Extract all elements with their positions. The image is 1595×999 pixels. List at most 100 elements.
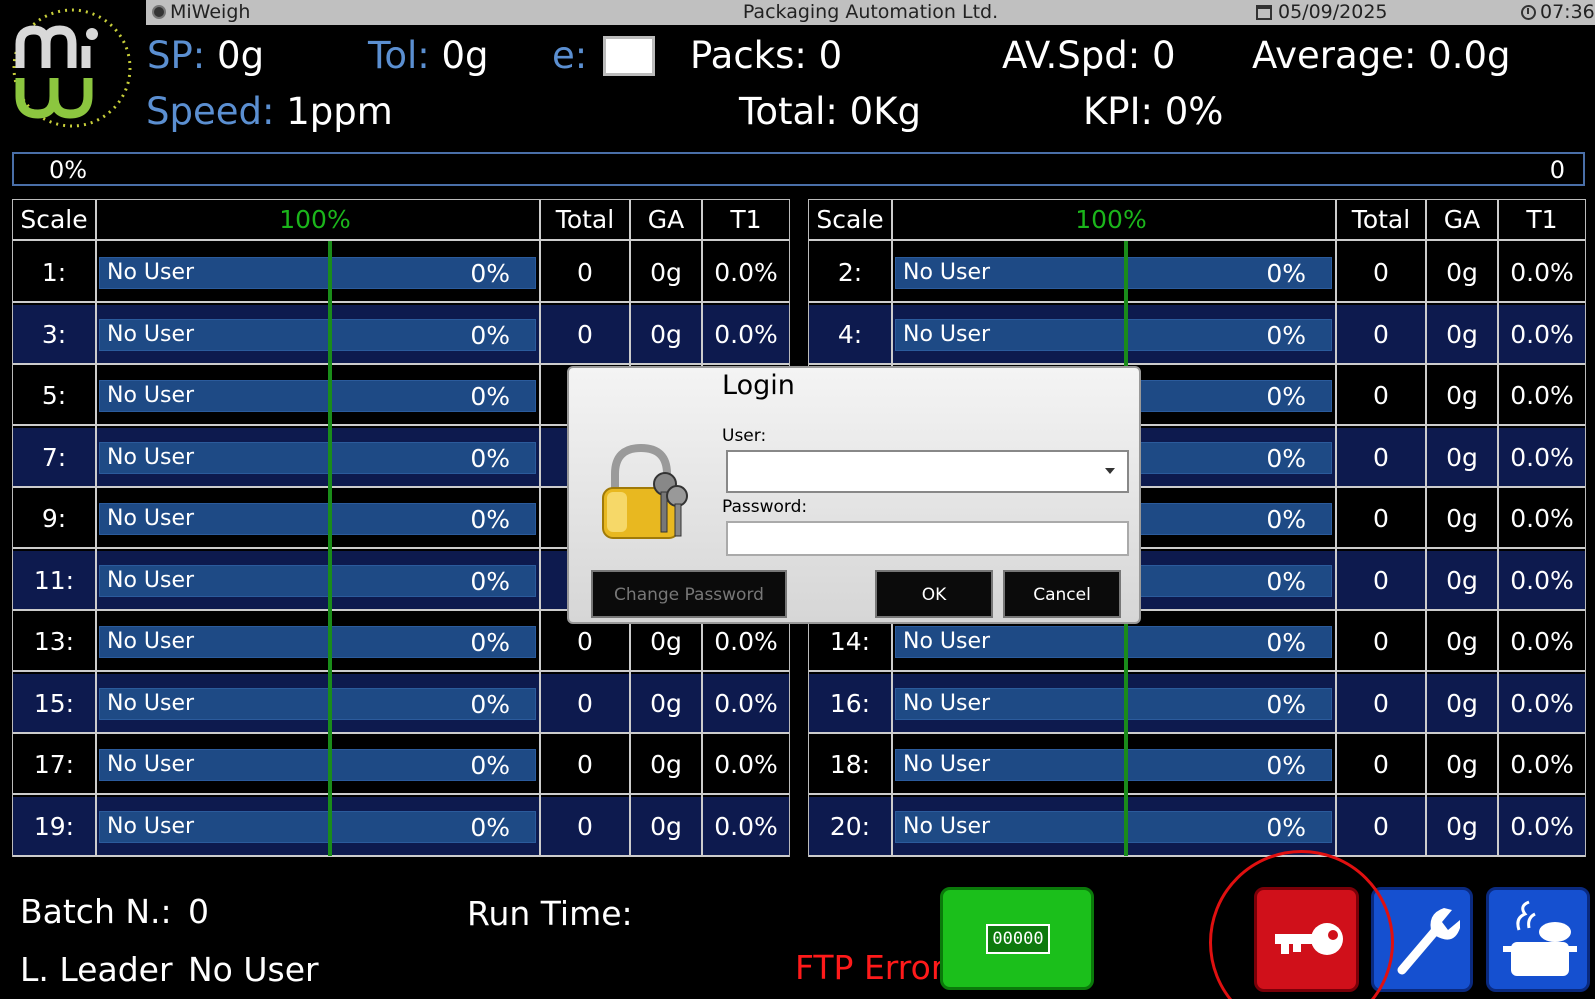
scale-ga: 0g [1446, 381, 1478, 410]
scale-user: No User [903, 629, 991, 654]
progress-count: 0 [1549, 156, 1565, 184]
scale-user: No User [107, 444, 195, 470]
scale-number: 18: [829, 750, 871, 779]
scale-number: 13: [33, 627, 75, 656]
scale-fill-bar: No User 0% [895, 257, 1332, 289]
calendar-icon [1256, 4, 1272, 20]
scale-user: No User [107, 321, 195, 347]
ok-button[interactable]: OK [875, 570, 993, 618]
user-select[interactable] [726, 450, 1129, 493]
scale-percent: 0% [470, 566, 510, 596]
table-row: 15: No User 0% 0 0g 0.0% [13, 673, 789, 734]
scale-t1: 0.0% [1510, 319, 1574, 349]
date-display: 05/09/2025 [1256, 1, 1388, 23]
scale-ga: 0g [1446, 565, 1478, 595]
divider [95, 200, 97, 856]
target-line [328, 241, 332, 856]
table-row: 19: No User 0% 0 0g 0.0% [13, 796, 789, 857]
scale-number: 11: [33, 565, 75, 595]
kpi-value: 0% [1164, 90, 1224, 133]
e-stat: e: [552, 34, 587, 78]
scale-percent: 0% [1266, 628, 1306, 657]
scale-percent: 0% [470, 443, 510, 473]
scale-fill-bar: No User 0% [895, 318, 1332, 351]
scale-ga: 0g [650, 688, 682, 718]
avspd-value: 0 [1151, 34, 1176, 77]
header-100pct: 100% [279, 205, 351, 234]
scale-fill-bar: No User 0% [895, 749, 1332, 781]
scale-fill-bar: No User 0% [99, 318, 536, 351]
scale-percent: 0% [470, 259, 510, 288]
scale-percent: 0% [1266, 382, 1306, 411]
table-row: 17: No User 0% 0 0g 0.0% [13, 735, 789, 795]
scale-t1: 0.0% [1510, 258, 1574, 287]
divider [1497, 200, 1499, 856]
scale-t1: 0.0% [714, 811, 778, 841]
sp-value: 0g [217, 34, 265, 77]
scale-t1: 0.0% [1510, 688, 1574, 718]
counter-button[interactable]: 00000 [940, 887, 1094, 990]
counter-icon: 00000 [986, 924, 1050, 954]
scale-percent: 0% [470, 382, 510, 411]
scale-fill-bar: No User 0% [99, 749, 536, 781]
scale-t1: 0.0% [714, 258, 778, 287]
scale-number: 1: [41, 258, 67, 287]
scale-t1: 0.0% [1510, 565, 1574, 595]
table-header: Scale 100% Total GA T1 [13, 200, 789, 241]
scale-user: No User [107, 567, 195, 593]
time-display: 07:36 [1521, 1, 1595, 23]
header-total: Total [555, 205, 615, 234]
scale-total: 0 [1373, 442, 1389, 472]
divider [1425, 200, 1427, 856]
scale-fill-bar: No User 0% [99, 380, 536, 412]
scale-total: 0 [1373, 319, 1389, 349]
password-field[interactable] [726, 521, 1129, 556]
scale-percent: 0% [1266, 320, 1306, 350]
scale-user: No User [903, 752, 991, 777]
scale-user: No User [903, 813, 991, 839]
packs-stat: Packs: 0 [690, 34, 842, 78]
tol-value: 0g [441, 34, 489, 77]
total-stat: Total: 0Kg [739, 90, 921, 134]
scale-t1: 0.0% [1510, 811, 1574, 841]
packs-label: Packs: [690, 34, 807, 77]
time-value: 07:36 [1540, 1, 1595, 23]
scale-percent: 0% [470, 751, 510, 780]
avspd-stat: AV.Spd: 0 [1002, 34, 1175, 78]
run-time-label: Run Time: [467, 894, 633, 933]
batch-progress-bar: 0% 0 [12, 152, 1585, 186]
sp-stat: SP: 0g [147, 34, 264, 78]
scale-ga: 0g [1446, 442, 1478, 472]
table-row: 16: No User 0% 0 0g 0.0% [809, 673, 1585, 734]
scale-fill-bar: No User 0% [895, 810, 1332, 843]
recipe-pot-button[interactable] [1486, 887, 1590, 992]
scale-fill-bar: No User 0% [99, 626, 536, 658]
scale-number: 16: [829, 688, 871, 718]
scale-ga: 0g [650, 811, 682, 841]
scale-total: 0 [1373, 381, 1389, 410]
scale-ga: 0g [650, 319, 682, 349]
scale-ga: 0g [1446, 319, 1478, 349]
dialog-title: Login [722, 370, 795, 401]
header-t1: T1 [730, 205, 762, 234]
change-password-button[interactable]: Change Password [591, 570, 787, 618]
scale-fill-bar: No User 0% [99, 810, 536, 843]
scale-ga: 0g [650, 258, 682, 287]
header-scale: Scale [816, 205, 884, 234]
password-label: Password: [722, 497, 808, 517]
highlight-circle [1209, 850, 1394, 999]
user-label: User: [722, 426, 767, 446]
scale-ga: 0g [1446, 504, 1478, 533]
scale-number: 17: [33, 750, 75, 779]
scale-percent: 0% [1266, 566, 1306, 596]
scale-total: 0 [577, 811, 593, 841]
chevron-down-icon[interactable] [1105, 468, 1115, 474]
date-value: 05/09/2025 [1278, 1, 1388, 23]
batch-value: 0 [188, 892, 209, 931]
scale-total: 0 [1373, 627, 1389, 656]
cancel-button[interactable]: Cancel [1003, 570, 1121, 618]
scale-total: 0 [577, 258, 593, 287]
speed-label: Speed: [146, 90, 275, 133]
table-row: 2: No User 0% 0 0g 0.0% [809, 243, 1585, 303]
scale-number: 2: [837, 258, 863, 287]
